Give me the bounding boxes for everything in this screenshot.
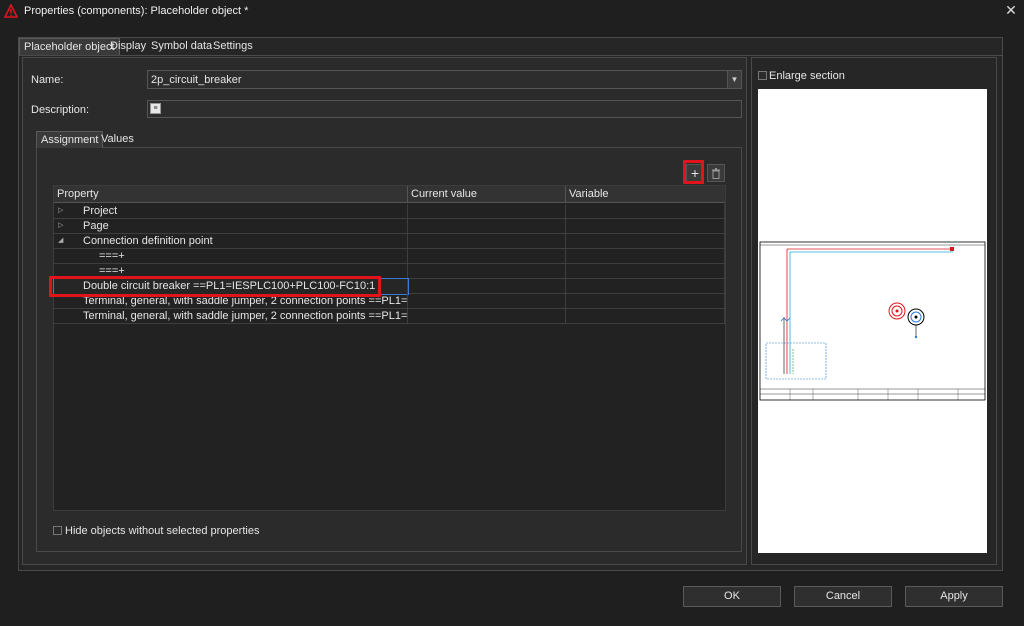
enlarge-section-checkbox[interactable]	[758, 71, 767, 80]
language-flag-icon[interactable]: ≡	[150, 103, 161, 114]
current-value-cell[interactable]	[408, 264, 566, 279]
name-value: 2p_circuit_breaker	[151, 74, 242, 86]
tab-settings[interactable]: Settings	[209, 38, 257, 55]
apply-button[interactable]: Apply	[905, 586, 1003, 607]
trash-icon	[712, 168, 720, 179]
tab-values[interactable]: Values	[97, 131, 138, 148]
chevron-down-icon[interactable]: ▼	[727, 71, 741, 88]
current-value-cell[interactable]	[408, 279, 566, 294]
description-field[interactable]: ≡	[147, 100, 742, 118]
tab-assignment[interactable]: Assignment	[36, 131, 104, 148]
tab-display[interactable]: Display	[106, 38, 150, 55]
table-row[interactable]: ===+	[54, 249, 725, 264]
close-icon[interactable]: ✕	[998, 0, 1024, 20]
property-grid[interactable]: Property Current value Variable ▷ Projec…	[53, 185, 726, 511]
property-label: Terminal, general, with saddle jumper, 2…	[83, 310, 408, 322]
description-label: Description:	[31, 104, 90, 116]
selected-row-highlight	[49, 276, 381, 297]
property-label: Project	[83, 205, 118, 217]
variable-cell[interactable]	[566, 279, 725, 294]
current-value-cell[interactable]	[408, 309, 566, 324]
name-label: Name:	[31, 74, 64, 86]
tab-symbol-data[interactable]: Symbol data	[147, 38, 216, 55]
grid-header: Property Current value Variable	[54, 186, 725, 203]
variable-cell[interactable]	[566, 294, 725, 309]
variable-cell[interactable]	[566, 249, 725, 264]
variable-cell[interactable]	[566, 264, 725, 279]
property-label: Connection definition point	[83, 235, 213, 247]
window-title: Properties (components): Placeholder obj…	[24, 5, 249, 17]
hide-objects-label[interactable]: Hide objects without selected properties	[65, 525, 259, 537]
current-value-cell[interactable]	[408, 219, 566, 234]
warning-triangle-icon	[4, 4, 18, 18]
tab-strip-divider	[19, 55, 1002, 56]
table-row[interactable]: Terminal, general, with saddle jumper, 2…	[54, 309, 725, 324]
table-row[interactable]: ◢ Connection definition point	[54, 234, 725, 249]
symbol-preview	[758, 89, 987, 553]
property-label: ===+	[99, 250, 125, 262]
name-combobox[interactable]: 2p_circuit_breaker ▼	[147, 70, 742, 89]
delete-button[interactable]	[707, 164, 725, 182]
add-button-highlight	[683, 160, 704, 184]
hide-objects-checkbox[interactable]	[53, 526, 62, 535]
variable-cell[interactable]	[566, 309, 725, 324]
collapse-icon[interactable]: ◢	[58, 234, 63, 248]
expand-icon[interactable]: ▷	[58, 219, 63, 233]
expand-icon[interactable]: ▷	[58, 204, 63, 218]
enlarge-section-label[interactable]: Enlarge section	[769, 70, 845, 82]
cancel-button[interactable]: Cancel	[794, 586, 892, 607]
current-value-cell[interactable]	[408, 204, 566, 219]
tab-placeholder-object[interactable]: Placeholder object	[19, 38, 120, 55]
table-row[interactable]: ▷ Page	[54, 219, 725, 234]
ok-button[interactable]: OK	[683, 586, 781, 607]
variable-cell[interactable]	[566, 204, 725, 219]
column-variable[interactable]: Variable	[566, 186, 725, 203]
property-label: Page	[83, 220, 109, 232]
schematic-preview-image	[759, 241, 986, 401]
current-value-cell[interactable]	[408, 234, 566, 249]
title-bar: Properties (components): Placeholder obj…	[0, 0, 1024, 22]
column-property[interactable]: Property	[54, 186, 408, 203]
variable-cell[interactable]	[566, 234, 725, 249]
current-value-cell[interactable]	[408, 294, 566, 309]
column-current-value[interactable]: Current value	[408, 186, 566, 203]
table-row[interactable]: ▷ Project	[54, 204, 725, 219]
variable-cell[interactable]	[566, 219, 725, 234]
current-value-cell[interactable]	[408, 249, 566, 264]
